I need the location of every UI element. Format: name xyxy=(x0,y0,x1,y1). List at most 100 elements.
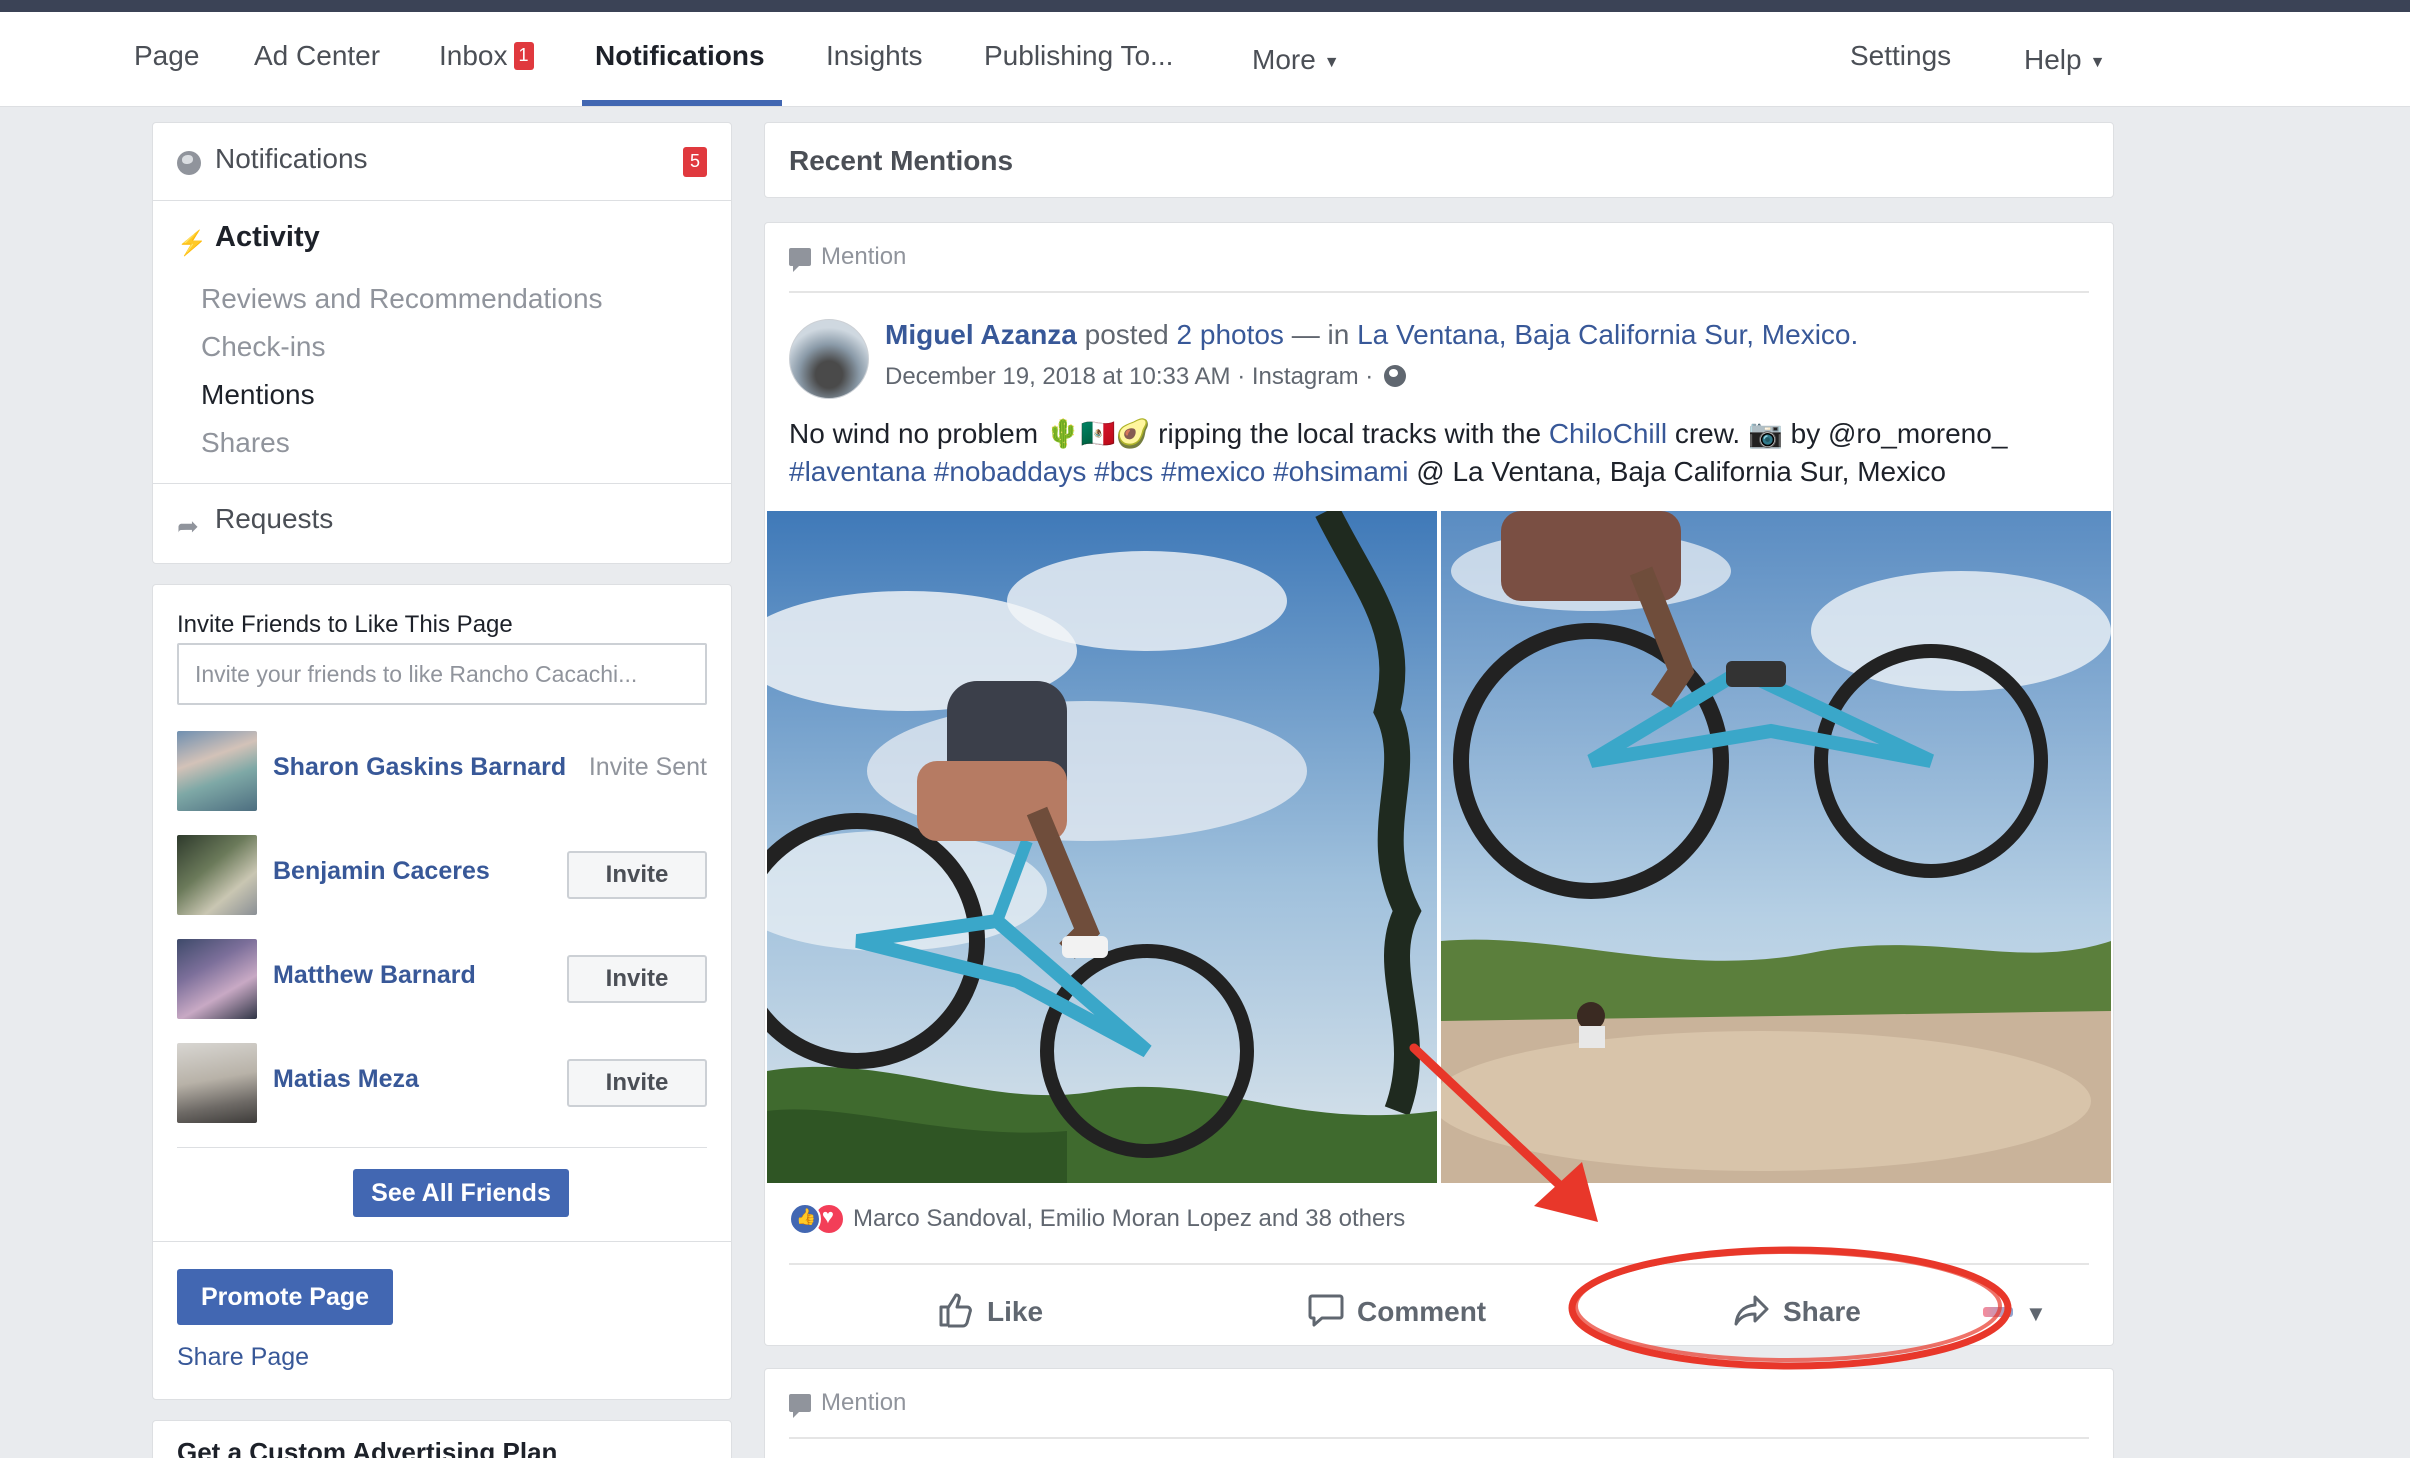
friend-row: Matthew Barnard Invite xyxy=(177,939,707,1019)
sidebar-item-reviews[interactable]: Reviews and Recommendations xyxy=(201,283,603,315)
activity-heading[interactable]: Activity xyxy=(215,221,320,254)
reactions-text: Marco Sandoval, Emilio Moran Lopez and 3… xyxy=(853,1205,1406,1232)
inbox-badge: 1 xyxy=(513,42,534,70)
notifications-sidebar: Notifications 5 ⚡ Activity Reviews and R… xyxy=(152,122,732,564)
friend-avatar[interactable] xyxy=(177,939,257,1019)
friend-name[interactable]: Sharon Gaskins Barnard xyxy=(273,753,566,782)
recent-mentions-header: Recent Mentions xyxy=(764,122,2114,198)
caret-down-icon: ▼ xyxy=(2089,54,2106,71)
nav-help-label: Help xyxy=(2024,44,2082,75)
nav-inbox[interactable]: Inbox 1 xyxy=(439,12,534,107)
divider xyxy=(177,1147,707,1148)
friend-row: Benjamin Caceres Invite xyxy=(177,835,707,915)
invite-friends-card: Invite Friends to Like This Page Sharon … xyxy=(152,584,732,1400)
notifications-header[interactable]: Notifications 5 xyxy=(153,123,731,201)
nav-more-label: More xyxy=(1252,44,1316,75)
sidebar-item-check-ins[interactable]: Check-ins xyxy=(201,331,325,363)
notifications-title: Notifications xyxy=(215,143,368,174)
friend-name[interactable]: Matias Meza xyxy=(273,1065,419,1094)
invite-sent-status: Invite Sent xyxy=(588,753,707,781)
share-button[interactable]: Share xyxy=(1733,1287,1861,1337)
mention-type-label: Mention xyxy=(789,243,906,272)
mention-post-card: Mention Miguel Azanza posted 2 photos — … xyxy=(764,222,2114,1346)
speech-bubble-icon xyxy=(789,1394,811,1418)
divider xyxy=(789,1263,2089,1265)
nav-page[interactable]: Page xyxy=(134,12,199,107)
invite-button[interactable]: Invite xyxy=(567,955,707,1003)
friend-name[interactable]: Benjamin Caceres xyxy=(273,857,490,886)
divider xyxy=(789,291,2089,293)
like-button[interactable]: Like xyxy=(937,1287,1043,1337)
share-arrow-icon: ➦ xyxy=(177,511,199,541)
post-photo-1[interactable] xyxy=(767,511,1437,1183)
nav-inbox-label: Inbox xyxy=(439,40,508,71)
sidebar-item-mentions[interactable]: Mentions xyxy=(201,379,315,411)
invite-search-input[interactable] xyxy=(177,643,707,705)
post-body: No wind no problem 🌵🇲🇽🥑 ripping the loca… xyxy=(789,415,2089,491)
nav-notifications[interactable]: Notifications xyxy=(595,12,765,107)
comment-label: Comment xyxy=(1357,1296,1487,1327)
sidebar-item-requests[interactable]: Requests xyxy=(215,503,333,535)
public-globe-icon xyxy=(1383,365,1406,387)
author-avatar[interactable] xyxy=(789,319,869,399)
divider xyxy=(789,1437,2089,1439)
post-separator: — in xyxy=(1291,319,1350,350)
post-as-selector-avatar[interactable] xyxy=(1983,1307,2013,1317)
sidebar-item-shares[interactable]: Shares xyxy=(201,427,290,459)
share-label: Share xyxy=(1783,1296,1861,1327)
like-reaction-icon xyxy=(789,1203,821,1235)
comment-icon xyxy=(1308,1294,1344,1327)
caret-down-icon: ▼ xyxy=(1323,54,1340,71)
mention-post-card-2: Mention xyxy=(764,1368,2114,1458)
friend-avatar[interactable] xyxy=(177,731,257,811)
hashtag-links[interactable]: #laventana #nobaddays #bcs #mexico #ohsi… xyxy=(789,456,1409,487)
photo-2-image xyxy=(1441,511,2111,1183)
invite-button[interactable]: Invite xyxy=(567,1059,707,1107)
comment-button[interactable]: Comment xyxy=(1307,1287,1486,1337)
post-text-part1: No wind no problem 🌵🇲🇽🥑 ripping the loca… xyxy=(789,418,1542,449)
globe-icon xyxy=(177,151,201,175)
divider xyxy=(153,483,731,484)
nav-insights[interactable]: Insights xyxy=(826,12,923,107)
post-meta: December 19, 2018 at 10:33 AM · Instagra… xyxy=(885,363,1406,391)
friend-name[interactable]: Matthew Barnard xyxy=(273,961,476,990)
like-label: Like xyxy=(987,1296,1044,1327)
friend-avatar[interactable] xyxy=(177,1043,257,1123)
invite-title: Invite Friends to Like This Page xyxy=(177,611,513,638)
nav-ad-center[interactable]: Ad Center xyxy=(254,12,380,107)
mention-label-text: Mention xyxy=(821,1389,907,1416)
invite-button[interactable]: Invite xyxy=(567,851,707,899)
nav-more[interactable]: More ▼ xyxy=(1252,16,1340,111)
photos-link[interactable]: 2 photos xyxy=(1177,319,1284,350)
page-navbar: Page Ad Center Inbox 1 Notifications Insi… xyxy=(0,12,2410,107)
mention-page-link[interactable]: ChiloChill xyxy=(1549,418,1667,449)
thumbs-up-icon xyxy=(939,1293,972,1328)
friend-row: Sharon Gaskins Barnard Invite Sent xyxy=(177,731,707,811)
nav-settings[interactable]: Settings xyxy=(1850,12,1951,107)
photo-1-image xyxy=(767,511,1437,1183)
post-verb: posted xyxy=(1084,319,1169,350)
post-timestamp[interactable]: December 19, 2018 at 10:33 AM · Instagra… xyxy=(885,363,1373,390)
share-page-link[interactable]: Share Page xyxy=(177,1343,309,1372)
divider xyxy=(153,1241,731,1242)
caret-down-icon[interactable]: ▼ xyxy=(2025,1301,2047,1327)
nav-publishing-tools[interactable]: Publishing To... xyxy=(984,12,1173,107)
location-link[interactable]: La Ventana, Baja California Sur, Mexico. xyxy=(1357,319,1858,350)
custom-ad-plan-title: Get a Custom Advertising Plan xyxy=(177,1437,558,1458)
nav-help[interactable]: Help ▼ xyxy=(2024,16,2105,111)
friend-row: Matias Meza Invite xyxy=(177,1043,707,1123)
mention-type-label: Mention xyxy=(789,1389,907,1418)
reactions-summary[interactable]: Marco Sandoval, Emilio Moran Lopez and 3… xyxy=(789,1203,1405,1235)
bolt-icon: ⚡ xyxy=(177,230,207,257)
friend-avatar[interactable] xyxy=(177,835,257,915)
post-text-part2: crew. 📷 by @ro_moreno_ xyxy=(1674,418,2008,449)
see-all-friends-button[interactable]: See All Friends xyxy=(353,1169,569,1217)
section-title: Recent Mentions xyxy=(789,145,1014,176)
author-link[interactable]: Miguel Azanza xyxy=(885,319,1077,350)
promote-page-button[interactable]: Promote Page xyxy=(177,1269,393,1325)
speech-bubble-icon xyxy=(789,248,811,272)
top-window-strip xyxy=(0,0,2410,12)
notifications-count-badge: 5 xyxy=(683,147,707,177)
active-tab-indicator xyxy=(582,100,782,106)
post-photo-2[interactable] xyxy=(1441,511,2111,1183)
